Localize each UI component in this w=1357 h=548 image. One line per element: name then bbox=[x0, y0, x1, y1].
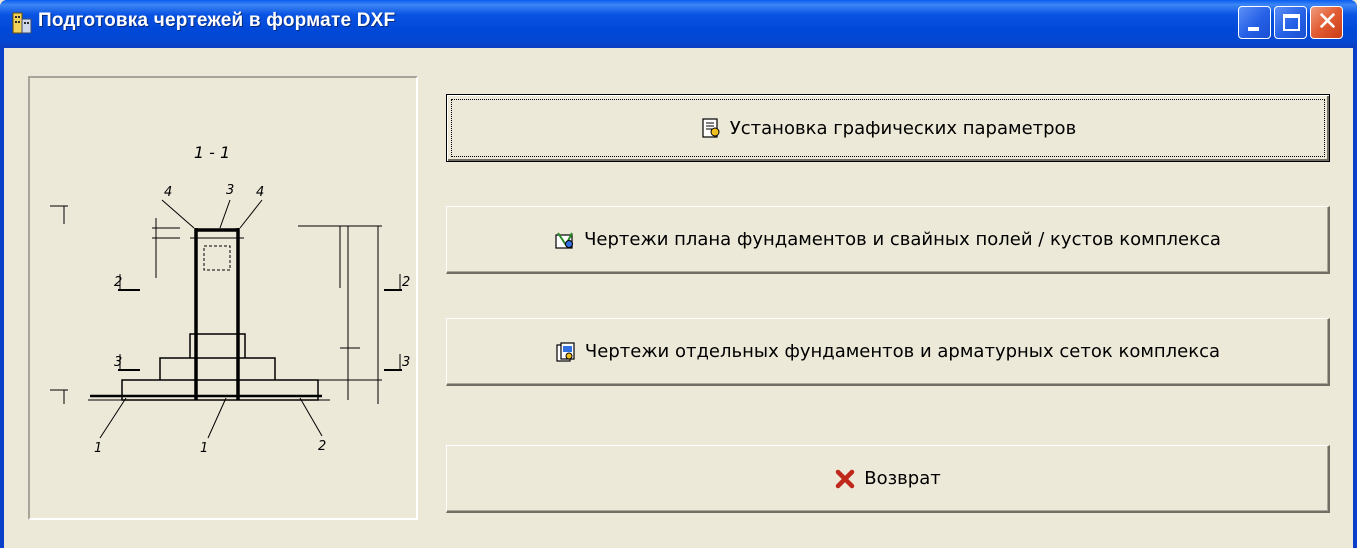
marker-1-mid: 1 bbox=[200, 441, 208, 456]
marker-4-right: 4 bbox=[256, 185, 264, 200]
foundation-body bbox=[50, 199, 402, 439]
return-button[interactable]: Возврат bbox=[446, 445, 1330, 513]
marker-2-right: 2 bbox=[402, 275, 410, 290]
separate-foundations-drawings-label: Чертежи отдельных фундаментов и арматурн… bbox=[584, 341, 1221, 362]
foundation-plan-drawings-label: Чертежи плана фундаментов и свайных поле… bbox=[584, 229, 1221, 250]
graphic-settings-label: Установка графических параметров bbox=[729, 117, 1077, 139]
marker-3-top: 3 bbox=[226, 183, 234, 198]
drawing-plan-icon bbox=[555, 231, 574, 249]
red-x-icon bbox=[836, 469, 855, 488]
drawing-sheets-icon bbox=[556, 341, 575, 362]
settings-document-icon bbox=[702, 118, 720, 138]
graphic-settings-button[interactable]: Установка графических параметров bbox=[446, 94, 1330, 162]
marker-2-bottom: 2 bbox=[318, 439, 326, 454]
client-area: 1 - 1 4 3 4 2 3 2 3 1 1 2 Установка граф… bbox=[4, 48, 1353, 548]
separate-foundations-drawings-button[interactable]: Чертежи отдельных фундаментов и арматурн… bbox=[446, 318, 1330, 386]
return-label: Возврат bbox=[864, 468, 941, 489]
marker-3-right: 3 bbox=[402, 355, 410, 370]
window-title: Подготовка чертежей в формате DXF bbox=[38, 10, 396, 31]
title-bar[interactable]: Подготовка чертежей в формате DXF ✕ bbox=[0, 0, 1357, 48]
close-button[interactable]: ✕ bbox=[1310, 6, 1343, 39]
building-icon bbox=[12, 12, 32, 34]
maximize-button[interactable] bbox=[1274, 6, 1307, 39]
foundation-drawing-svg: 1 - 1 4 3 4 2 3 2 3 1 1 2 bbox=[50, 143, 410, 456]
minimize-button[interactable] bbox=[1238, 6, 1271, 39]
close-icon: ✕ bbox=[1316, 7, 1339, 37]
foundation-section-drawing: 1 - 1 4 3 4 2 3 2 3 1 1 2 bbox=[28, 76, 418, 520]
maximize-icon bbox=[1283, 14, 1300, 31]
marker-2-left: 2 bbox=[114, 275, 122, 290]
section-label: 1 - 1 bbox=[194, 143, 230, 162]
marker-3-left: 3 bbox=[114, 355, 122, 370]
application-window: Подготовка чертежей в формате DXF ✕ 1 - … bbox=[0, 0, 1357, 548]
marker-4-left: 4 bbox=[164, 185, 172, 200]
marker-1-left: 1 bbox=[94, 441, 102, 456]
foundation-plan-drawings-button[interactable]: Чертежи плана фундаментов и свайных поле… bbox=[446, 206, 1330, 274]
minimize-icon bbox=[1248, 27, 1259, 31]
